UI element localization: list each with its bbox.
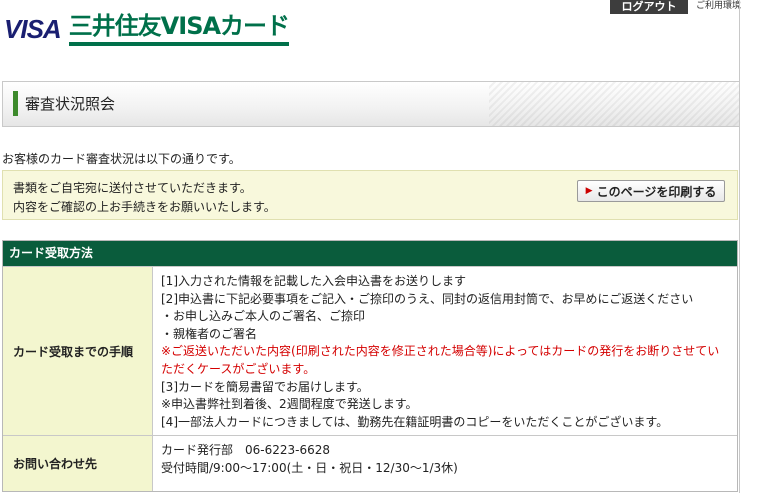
- notice-line-2: 内容をご確認の上お手続きをお願いいたします。: [13, 200, 276, 214]
- warning-note: ※ご返送いただいた内容(印刷された内容を修正された場合等)によってはカードの発行…: [161, 344, 720, 376]
- usage-environment-link[interactable]: ご利用環境: [696, 0, 741, 12]
- brand-name: 三井住友VISAカード: [68, 12, 290, 46]
- step-line: [3]カードを簡易書留でお届けします。: [161, 379, 369, 394]
- table-row: カード受取までの手順 [1]入力された情報を記載した入会申込書をお送りします […: [3, 266, 737, 435]
- table-heading: カード受取方法: [3, 241, 737, 266]
- contact-line: 受付時間/9:00〜17:00(土・日・祝日・12/30〜1/3休): [161, 460, 458, 475]
- row-content: [1]入力された情報を記載した入会申込書をお送りします [2]申込書に下記必要事…: [153, 267, 737, 435]
- intro-text: お客様のカード審査状況は以下の通りです。: [2, 152, 241, 166]
- step-line: ※申込書弊社到着後、2週間程度で発送します。: [161, 397, 418, 412]
- print-page-button[interactable]: ▶ このページを印刷する: [577, 180, 725, 202]
- step-line: ・お申し込みご本人のご署名、ご捺印: [161, 309, 366, 324]
- row-label: カード受取までの手順: [3, 267, 153, 435]
- notice-box: 書類をご自宅宛に送付させていただきます。 内容をご確認の上お手続きをお願いいたし…: [2, 170, 738, 220]
- notice-line-1: 書類をご自宅宛に送付させていただきます。: [13, 181, 252, 195]
- row-label: お問い合わせ先: [3, 436, 153, 491]
- card-receipt-table: カード受取方法 カード受取までの手順 [1]入力された情報を記載した入会申込書を…: [2, 240, 738, 492]
- page-title-box: 審査状況照会: [2, 81, 740, 127]
- page-title: 審査状況照会: [25, 95, 116, 113]
- step-line: ・親権者のご署名: [161, 326, 258, 341]
- row-content: カード発行部 06-6223-6628 受付時間/9:00〜17:00(土・日・…: [153, 436, 737, 491]
- logout-button[interactable]: ログアウト: [610, 0, 688, 14]
- step-line: [4]一部法人カードにつきましては、勤務先在籍証明書のコピーをいただくことがござ…: [161, 414, 669, 429]
- step-line: [2]申込書に下記必要事項をご記入・ご捺印のうえ、同封の返信用封筒で、お早めにご…: [161, 291, 694, 306]
- visa-logo: VISA: [4, 13, 62, 44]
- page-divider: [739, 0, 740, 493]
- site-logo: VISA 三井住友VISAカード: [4, 12, 290, 46]
- triangle-right-icon: ▶: [585, 186, 593, 196]
- contact-line: カード発行部 06-6223-6628: [161, 443, 331, 457]
- step-line: [1]入力された情報を記載した入会申込書をお送りします: [161, 274, 467, 288]
- print-button-label: このページを印刷する: [596, 184, 717, 199]
- title-accent-bar: [13, 91, 18, 116]
- table-row: お問い合わせ先 カード発行部 06-6223-6628 受付時間/9:00〜17…: [3, 435, 737, 491]
